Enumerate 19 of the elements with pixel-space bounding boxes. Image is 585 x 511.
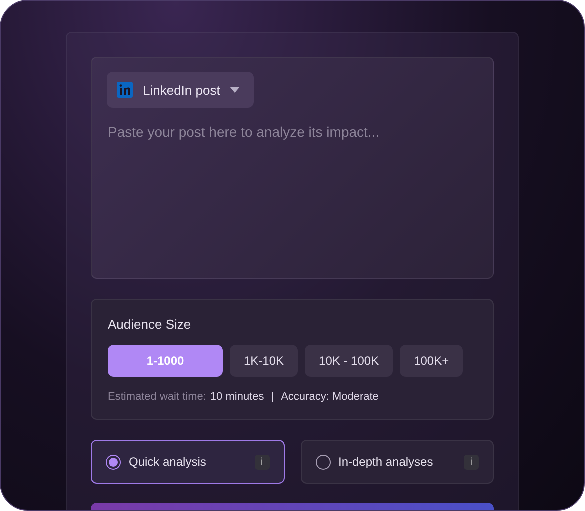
wait-label: Estimated wait time: [108,391,206,403]
analysis-option[interactable]: Quick analysis i [91,440,284,484]
info-badge[interactable]: i [254,454,270,470]
option-label: Quick analysis [129,455,208,469]
audience-option[interactable]: 10K - 100K [305,345,394,377]
audience-option[interactable]: 1K-10K [230,345,298,377]
audience-title: Audience Size [108,317,192,332]
accuracy-text: Accuracy: Moderate [281,391,379,403]
radio-button[interactable] [106,454,121,470]
wait-value: 10 minutes [210,391,264,403]
audience-option[interactable]: 100K+ [400,345,464,377]
analysis-option[interactable]: In-depth analyses i [300,440,494,484]
caret-icon [230,87,240,93]
option-label: In-depth analyses [338,455,434,469]
separator: | [271,391,274,403]
platform-dropdown[interactable]: LinkedIn post [107,72,254,108]
linkedin-icon [117,82,133,98]
radio-button[interactable] [316,454,330,470]
info-badge[interactable]: i [464,454,479,470]
